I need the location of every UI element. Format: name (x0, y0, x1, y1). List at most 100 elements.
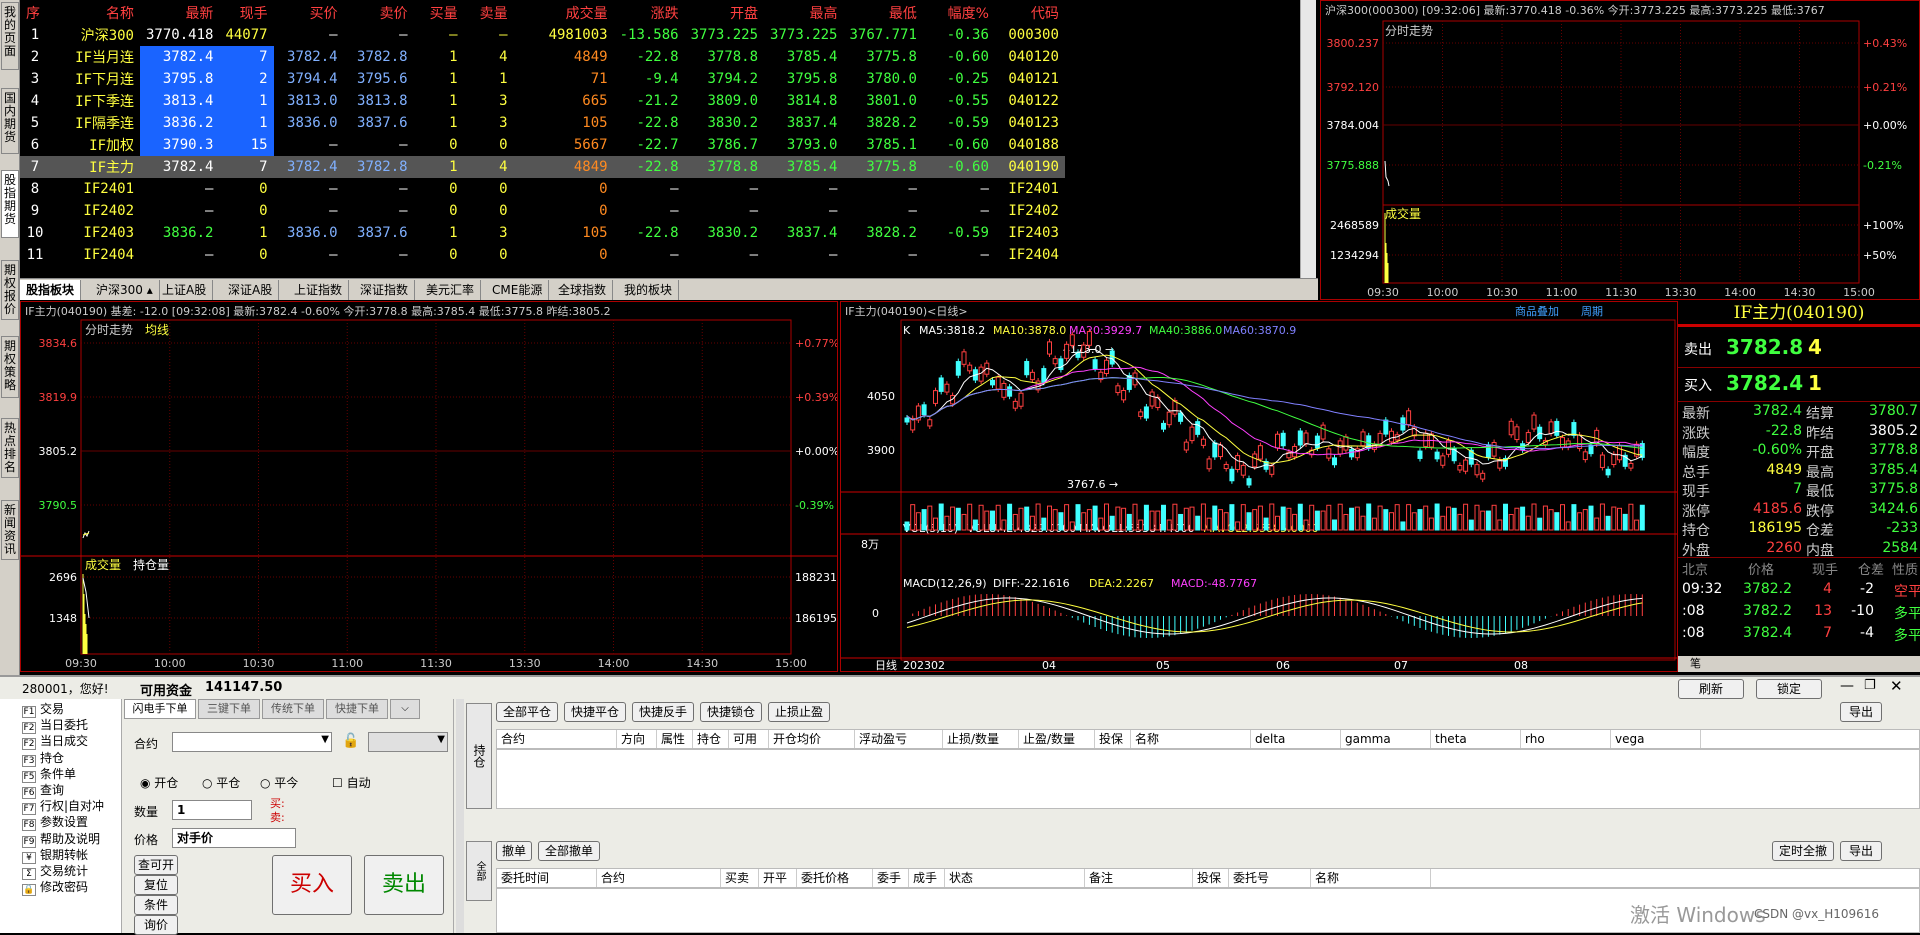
sector-tab[interactable]: 深证A股 (222, 280, 280, 300)
column-header[interactable]: 方向 (617, 730, 657, 748)
export-positions-button[interactable]: 导出 (1840, 702, 1882, 722)
col-header[interactable]: 序 (20, 2, 50, 24)
timed-cancel-button[interactable]: 定时全撤 (1772, 841, 1834, 861)
menu-item[interactable]: Σ 交易统计 (22, 863, 88, 880)
column-header[interactable]: 成手 (909, 869, 945, 887)
col-header[interactable]: 名称 (50, 2, 140, 24)
order-tab[interactable]: 快捷下单 (326, 699, 388, 719)
order-tab[interactable]: 闪电手下单 (124, 699, 196, 719)
col-header[interactable]: 卖量 (464, 2, 514, 24)
col-header[interactable]: 开盘 (685, 2, 764, 24)
column-header[interactable]: 持仓 (693, 730, 729, 748)
condition-button[interactable]: 条件 (134, 895, 178, 915)
col-header[interactable]: 买价 (274, 2, 344, 24)
quote-row[interactable]: 4 IF下季连 3813.4 1 3813.0 3813.8 1 3 665 -21.2 3809.… (20, 90, 1065, 112)
order-action-button[interactable]: 全部撤单 (538, 841, 600, 861)
column-header[interactable]: 属性 (657, 730, 693, 748)
unlock-icon[interactable]: 🔓 (342, 733, 359, 749)
col-header[interactable]: 最高 (764, 2, 843, 24)
column-header[interactable]: 开仓均价 (769, 730, 855, 748)
sector-tab[interactable]: 上证指数 (288, 280, 350, 300)
sector-tab[interactable]: 上证A股 (156, 280, 214, 300)
sell-button[interactable]: 卖出 (364, 855, 444, 915)
col-header[interactable]: 代码 (995, 2, 1065, 24)
quote-row[interactable]: 10 IF2403 3836.2 1 3836.0 3837.6 1 3 105 -22.8 383… (20, 222, 1065, 244)
order-tab[interactable]: 三键下单 (198, 699, 260, 719)
position-action-button[interactable]: 快捷反手 (632, 702, 694, 722)
position-action-button[interactable]: 快捷平仓 (564, 702, 626, 722)
contract-select[interactable]: ▼ (172, 732, 332, 752)
side-tab-news[interactable]: 新闻资讯 (1, 500, 19, 560)
side-tab-option-quote[interactable]: 期权报价 (1, 260, 19, 320)
quote-row[interactable]: 11 IF2404 — 0 — — 0 0 0 — — — — — IF2404 (20, 244, 1065, 266)
restore-icon[interactable]: ❐ (1864, 678, 1876, 693)
col-header[interactable]: 最新 (140, 2, 219, 24)
sector-tab[interactable]: 全球指数 (552, 280, 614, 300)
auto-checkbox[interactable]: ☐ 自动 (332, 774, 371, 791)
inquiry-button[interactable]: 询价 (134, 915, 178, 935)
sector-tab[interactable]: CME能源 (486, 280, 550, 300)
menu-item[interactable]: ¥ 银期转帐 (22, 847, 88, 864)
menu-item[interactable]: F2 当日委托 (22, 717, 88, 735)
column-header[interactable]: rho (1521, 730, 1611, 748)
order-tab[interactable]: 传统下单 (262, 699, 324, 719)
side-tab-index-futures[interactable]: 股指期货 (1, 170, 19, 238)
column-header[interactable]: 名称 (1131, 730, 1251, 748)
all-side-tab[interactable]: 全部 (466, 841, 492, 901)
close-icon[interactable]: ✕ (1890, 677, 1903, 695)
menu-item[interactable]: 🔒 修改密码 (22, 879, 88, 897)
column-header[interactable]: 名称 (1311, 869, 1431, 887)
column-header[interactable]: delta (1251, 730, 1341, 748)
open-radio[interactable]: ◉ 开仓 (140, 774, 178, 791)
column-header[interactable]: theta (1431, 730, 1521, 748)
quote-row[interactable]: 3 IF下月连 3795.8 2 3794.4 3795.6 1 1 71 -9.4 3794.2 3… (20, 68, 1065, 90)
quote-scrollbar[interactable] (1300, 0, 1316, 278)
export-orders-button[interactable]: 导出 (1840, 841, 1882, 861)
side-tab-domestic-futures[interactable]: 国内期货 (1, 88, 19, 154)
quote-row[interactable]: 6 IF加权 3790.3 15 — — 0 0 5667 -22.7 3786.7 3793.0 37… (20, 134, 1065, 156)
position-action-button[interactable]: 快捷锁仓 (700, 702, 762, 722)
menu-item[interactable]: F8 参数设置 (22, 814, 88, 832)
column-header[interactable]: 合约 (597, 869, 721, 887)
menu-item[interactable]: F3 持仓 (22, 750, 64, 767)
reset-button[interactable]: 复位 (134, 875, 178, 895)
column-header[interactable]: 状态 (945, 869, 1085, 887)
price-input[interactable]: 对手价 (172, 828, 296, 848)
quote-row[interactable]: 2 IF当月连 3782.4 7 3782.4 3782.8 1 4 4849 -22.8 3778… (20, 46, 1065, 68)
buy-button[interactable]: 买入 (272, 855, 352, 915)
column-header[interactable]: vega (1611, 730, 1701, 748)
column-header[interactable]: 浮动盈亏 (855, 730, 943, 748)
overlay-link[interactable]: 商品叠加 (1515, 304, 1559, 318)
sector-tab[interactable]: 我的板块 (618, 280, 680, 300)
col-header[interactable]: 幅度% (923, 2, 995, 24)
col-header[interactable]: 涨跌 (614, 2, 685, 24)
column-header[interactable]: 止损/数量 (943, 730, 1019, 748)
column-header[interactable]: 委托号 (1229, 869, 1311, 887)
column-header[interactable]: 可用 (729, 730, 769, 748)
minimize-icon[interactable]: — (1840, 678, 1854, 694)
col-header[interactable]: 最低 (843, 2, 922, 24)
refresh-button[interactable]: 刷新 (1678, 679, 1744, 699)
order-action-button[interactable]: 撤单 (496, 841, 532, 861)
quote-row[interactable]: 7 IF主力 3782.4 7 3782.4 3782.8 1 4 4849 -22.8 3778.… (20, 156, 1065, 178)
quantity-input[interactable]: 1 (172, 800, 252, 820)
quote-row[interactable]: 5 IF隔季连 3836.2 1 3836.0 3837.6 1 3 105 -22.8 3830.… (20, 112, 1065, 134)
sector-tab[interactable]: 美元汇率 (420, 280, 482, 300)
sector-tab[interactable]: 深证指数 (354, 280, 416, 300)
col-header[interactable]: 买量 (414, 2, 464, 24)
column-header[interactable]: 委手 (873, 869, 909, 887)
menu-item[interactable]: F2 当日成交 (22, 733, 88, 751)
position-action-button[interactable]: 止损止盈 (768, 702, 830, 722)
more-tabs-button[interactable]: ⌵ (390, 699, 420, 719)
column-header[interactable]: gamma (1341, 730, 1431, 748)
sector-tab[interactable]: 沪深300 ▴ (90, 280, 160, 300)
account-select[interactable]: ▼ (368, 732, 448, 752)
column-header[interactable]: 委托价格 (797, 869, 873, 887)
lock-button[interactable]: 锁定 (1756, 679, 1822, 699)
position-action-button[interactable]: 全部平仓 (496, 702, 558, 722)
column-header[interactable]: 合约 (497, 730, 617, 748)
col-header[interactable]: 卖价 (344, 2, 414, 24)
column-header[interactable]: 委托时间 (497, 869, 597, 887)
side-tab-hot-rank[interactable]: 热点排名 (1, 418, 19, 478)
positions-side-tab[interactable]: 持仓 (466, 703, 492, 809)
